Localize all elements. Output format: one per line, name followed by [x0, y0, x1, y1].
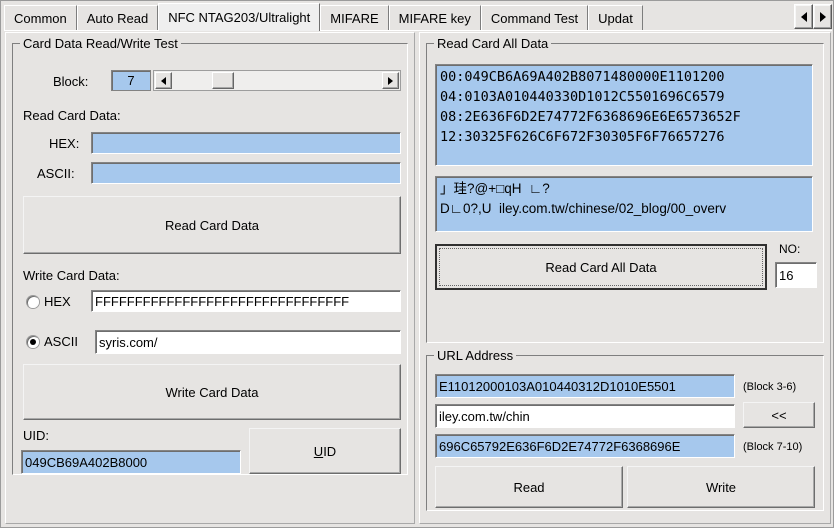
triangle-right-icon: [388, 76, 393, 85]
read-card-all-data-button[interactable]: Read Card All Data: [435, 244, 767, 290]
tab-strip: Common Auto Read NFC NTAG203/Ultralight …: [4, 3, 832, 31]
uid-button[interactable]: U ID: [249, 428, 401, 474]
tab-label: MIFARE key: [398, 10, 471, 26]
url-hex-top-field[interactable]: E11012000103A010440312D1010E5501: [435, 374, 735, 398]
tab-label: NFC NTAG203/Ultralight: [168, 10, 311, 25]
left-panel: Card Data Read/Write Test Block: 7 Read …: [5, 32, 415, 524]
tab-mifare-key[interactable]: MIFARE key: [388, 5, 481, 30]
read-hex-field[interactable]: [91, 132, 401, 154]
tab-mifare[interactable]: MIFARE: [320, 5, 389, 30]
radio-indicator-icon: [27, 295, 39, 308]
url-hex-bottom-field[interactable]: 696C65792E636F6D2E74772F6368696E: [435, 434, 735, 458]
url-address-group: URL Address E11012000103A010440312D1010E…: [426, 348, 824, 511]
write-hex-radio[interactable]: HEX: [27, 294, 71, 309]
ascii-line: 」珪?@+□qH ∟?: [440, 181, 550, 196]
scrollbar-left-button[interactable]: [155, 72, 172, 89]
tab-command-test[interactable]: Command Test: [480, 5, 589, 30]
tab-scroll-next-button[interactable]: [813, 4, 832, 29]
write-ascii-field[interactable]: syris.com/: [95, 330, 401, 354]
block-value-field[interactable]: 7: [111, 70, 151, 91]
all-data-hex-textarea[interactable]: 00:049CB6A69A402B8071480000E1101200 04:0…: [435, 64, 813, 166]
write-ascii-radio[interactable]: ASCII: [27, 334, 78, 349]
tab-label: Auto Read: [86, 10, 149, 26]
tab-scroll-buttons: [794, 4, 832, 29]
write-card-data-button[interactable]: Write Card Data: [23, 364, 401, 420]
scrollbar-thumb[interactable]: [212, 72, 234, 89]
radio-indicator-icon: [27, 335, 39, 348]
read-all-button-label: Read Card All Data: [545, 259, 657, 275]
block-label: Block:: [53, 74, 89, 89]
read-hex-label: HEX:: [49, 136, 80, 151]
right-panel: Read Card All Data 00:049CB6A69A402B8071…: [419, 32, 831, 524]
triangle-left-icon: [161, 76, 166, 85]
write-hex-label: HEX: [44, 294, 71, 309]
tab-label: MIFARE: [330, 10, 379, 26]
tab-label: Command Test: [490, 10, 579, 26]
url-back-button[interactable]: <<: [743, 402, 815, 428]
write-hex-field[interactable]: FFFFFFFFFFFFFFFFFFFFFFFFFFFFFFFF: [91, 290, 401, 312]
hex-line: 00:049CB6A69A402B8071480000E1101200: [440, 69, 725, 85]
tab-nfc-ntag203-ultralight[interactable]: NFC NTAG203/Ultralight: [158, 3, 321, 31]
read-ascii-field[interactable]: [91, 162, 401, 184]
write-ascii-label: ASCII: [44, 334, 78, 349]
tab-list: Common Auto Read NFC NTAG203/Ultralight …: [4, 3, 643, 31]
scrollbar-right-button[interactable]: [382, 72, 399, 89]
tab-label: Updat: [598, 10, 633, 26]
hex-line: 04:0103A010440330D1012C5501696C6579: [440, 89, 725, 105]
url-hex-top-note: (Block 3-6): [743, 381, 797, 393]
no-field[interactable]: 16: [775, 262, 817, 288]
hex-line: 08:2E636F6D2E74772F6368696E6E6573652F: [440, 109, 741, 125]
tab-label: Common: [14, 10, 67, 26]
read-card-data-button[interactable]: Read Card Data: [23, 196, 401, 254]
no-label: NO:: [779, 242, 801, 256]
triangle-left-icon: [800, 11, 807, 22]
group-title-read-all: Read Card All Data: [434, 36, 552, 51]
hex-line: 12:30325F626C6F672F30305F6F76657276: [440, 129, 725, 145]
read-ascii-label: ASCII:: [37, 166, 75, 181]
uid-button-rest: ID: [323, 443, 337, 459]
uid-field[interactable]: 049CB69A402B8000: [21, 450, 241, 474]
triangle-right-icon: [819, 11, 826, 22]
tab-common[interactable]: Common: [4, 5, 77, 30]
group-title-url-address: URL Address: [434, 348, 517, 363]
tab-underline: [4, 30, 832, 31]
card-data-read-write-group: Card Data Read/Write Test Block: 7 Read …: [12, 36, 408, 475]
tab-update[interactable]: Updat: [588, 5, 643, 30]
application-window: Common Auto Read NFC NTAG203/Ultralight …: [0, 0, 834, 528]
group-title-card-data: Card Data Read/Write Test: [20, 36, 181, 51]
url-read-button[interactable]: Read: [435, 466, 623, 508]
tab-auto-read[interactable]: Auto Read: [76, 5, 159, 30]
url-hex-bottom-note: (Block 7-10): [743, 441, 803, 453]
read-card-all-data-group: Read Card All Data 00:049CB6A69A402B8071…: [426, 36, 824, 343]
uid-label: UID:: [23, 428, 49, 443]
uid-button-accel: U: [313, 443, 324, 459]
tab-scroll-prev-button[interactable]: [794, 4, 813, 29]
read-card-data-label: Read Card Data:: [23, 108, 121, 123]
ascii-line: D∟0?,U iley.com.tw/chinese/02_blog/00_ov…: [440, 201, 727, 216]
url-text-field[interactable]: iley.com.tw/chin: [435, 404, 735, 428]
url-write-button[interactable]: Write: [627, 466, 815, 508]
all-data-ascii-textarea[interactable]: 」珪?@+□qH ∟? D∟0?,U iley.com.tw/chinese/0…: [435, 176, 813, 232]
write-card-data-label: Write Card Data:: [23, 268, 120, 283]
block-scrollbar[interactable]: [153, 70, 401, 91]
